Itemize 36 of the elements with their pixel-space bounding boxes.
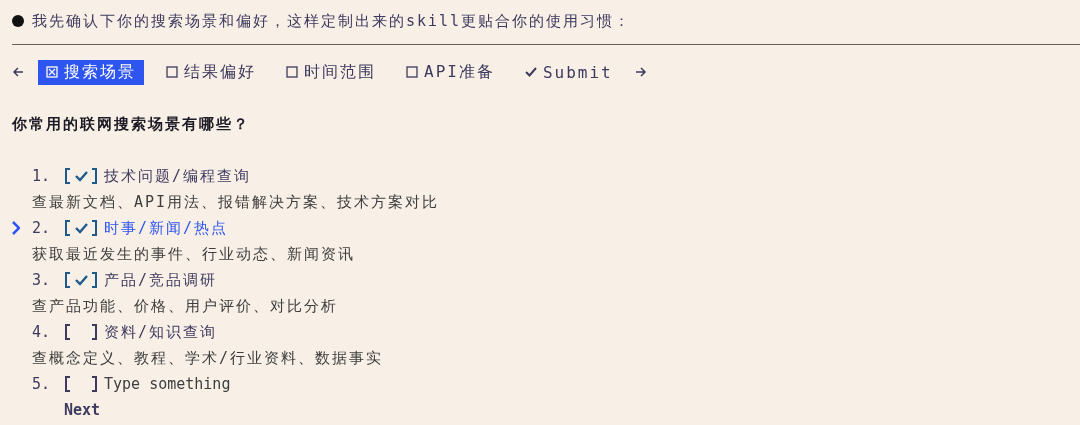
question-text: 你常用的联网搜索场景有哪些？ [12,115,251,135]
option-label[interactable]: 时事/新闻/热点 [104,218,229,238]
tab[interactable]: 结果偏好 [158,59,264,85]
tab[interactable]: 搜索场景 [38,59,144,85]
option-label[interactable]: 技术问题/编程查询 [104,166,252,186]
option-number: 2. [32,219,52,237]
checkbox[interactable] [64,271,98,289]
checkbox[interactable] [64,323,98,341]
option-number: 3. [32,271,52,289]
empty-box-icon [166,66,178,78]
bullet-icon [12,15,24,27]
checkbox[interactable] [64,219,98,237]
option-number: 5. [32,375,52,393]
empty-box-icon [286,66,298,78]
next-button[interactable]: Next [64,397,101,423]
option-number: 1. [32,167,52,185]
option-description: 查最新文档、API用法、报错解决方案、技术方案对比 [32,193,440,211]
option-label[interactable]: 产品/竞品调研 [104,270,218,290]
empty-box-icon [406,66,418,78]
input-field[interactable]: Type something [104,375,264,393]
submit-tab[interactable]: Submit [516,60,621,84]
option-description: 查概念定义、教程、学术/行业资料、数据事实 [32,349,384,367]
tab[interactable]: API准备 [398,59,503,85]
intro-text: 我先确认下你的搜索场景和偏好，这样定制出来的skill更贴合你的使用习惯： [32,11,632,31]
arrow-left-icon[interactable] [12,66,24,78]
tab[interactable]: 时间范围 [278,59,384,85]
checkbox[interactable] [64,375,98,393]
option-description: 查产品功能、价格、用户评价、对比分析 [32,297,338,315]
checked-box-icon [46,66,58,78]
check-icon [524,66,537,78]
option-label[interactable]: 资料/知识查询 [104,322,218,342]
chevron-pointer-icon [12,221,20,235]
option-description: 获取最近发生的事件、行业动态、新闻资讯 [32,245,355,263]
checkbox[interactable] [64,167,98,185]
arrow-right-icon[interactable] [634,66,647,78]
option-number: 4. [32,323,52,341]
